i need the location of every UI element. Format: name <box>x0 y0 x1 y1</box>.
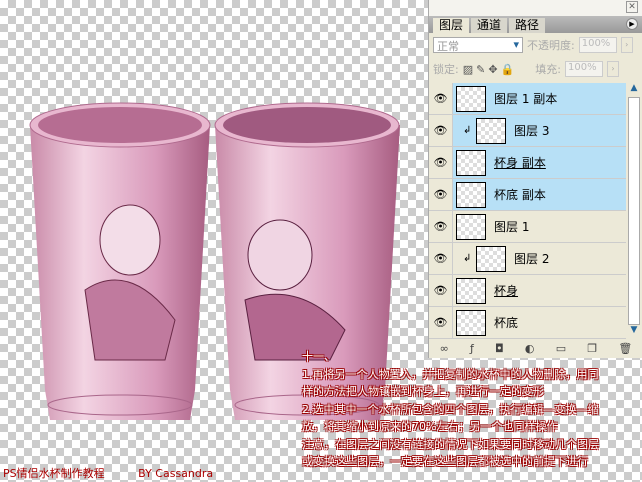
tab-paths[interactable]: 路径 <box>509 18 546 33</box>
instruction-line: 样的方法把人物镶嵌到杯身上，再进行一定的变形 <box>302 385 544 398</box>
layer-name: 图层 1 副本 <box>494 92 558 106</box>
opacity-label: 不透明度: <box>527 39 575 52</box>
layer-list: 👁 图层 1 副本 👁 ↲ 图层 3 👁 杯身 副本 👁 杯底 副本 👁 图层 1 👁 ↲ 图层 2 👁 杯身… <box>429 83 627 339</box>
layer-row[interactable]: 👁 图层 1 <box>429 211 627 243</box>
layer-name: 图层 1 <box>494 220 530 234</box>
layer-thumbnail <box>476 245 506 272</box>
opacity-slider-button[interactable]: › <box>620 37 633 53</box>
layer-row[interactable]: 👁 杯身 副本 <box>429 147 627 179</box>
lock-paint-icon[interactable]: ✎ <box>476 63 485 76</box>
visibility-eye-icon[interactable]: 👁 <box>429 307 453 338</box>
layer-row[interactable]: 👁 杯底 <box>429 307 627 339</box>
layer-name: 图层 2 <box>514 252 550 266</box>
layer-thumbnail <box>456 277 486 304</box>
fill-slider-button[interactable]: › <box>606 61 619 77</box>
layer-row[interactable]: 👁 ↲ 图层 2 <box>429 243 627 275</box>
instruction-text: 十一、 1.再将另一个人物置入，并把复制的水杯中的人物删除，用同 样的方法把人物… <box>302 348 599 471</box>
left-cup <box>29 102 211 420</box>
clipping-arrow-icon: ↲ <box>463 253 472 264</box>
lock-transparency-icon[interactable]: ▨ <box>463 63 473 76</box>
layer-row[interactable]: 👁 图层 1 副本 <box>429 83 627 115</box>
instruction-line: 或变换这些图层，一定要在这些图层都被选中的前提下进行 <box>302 455 588 468</box>
layer-name: 图层 3 <box>514 124 550 138</box>
visibility-eye-icon[interactable]: 👁 <box>429 83 453 114</box>
visibility-eye-icon[interactable]: 👁 <box>429 115 453 146</box>
tutorial-title: PS情侣水杯制作教程 <box>3 467 105 480</box>
instruction-line: 注意，在图层之间没有链接的情况下如果要同时移动几个图层 <box>302 437 599 451</box>
visibility-eye-icon[interactable]: 👁 <box>429 243 453 274</box>
clipping-arrow-icon: ↲ <box>463 125 472 136</box>
layers-panel: ✕ 图层 通道 路径 ▶ 正常 不透明度: 100% › 锁定: ▨✎✥ 🔒 填充… <box>428 0 642 358</box>
layers-scrollbar[interactable]: ▲ ▼ <box>626 83 642 339</box>
scroll-up-icon[interactable]: ▲ <box>626 83 642 97</box>
layer-thumbnail <box>456 85 486 112</box>
blend-mode-select[interactable]: 正常 <box>433 37 523 53</box>
fill-label: 填充: <box>535 63 561 76</box>
visibility-eye-icon[interactable]: 👁 <box>429 211 453 242</box>
visibility-eye-icon[interactable]: 👁 <box>429 275 453 306</box>
layer-row[interactable]: 👁 杯底 副本 <box>429 179 627 211</box>
layer-thumbnail <box>476 117 506 144</box>
author: BY Cassandra <box>138 467 214 480</box>
panel-menu-icon[interactable]: ▶ <box>626 18 638 30</box>
instruction-line: 放，将其缩小到原来的70%左右；另一个也同样操作 <box>302 420 558 433</box>
fill-input[interactable]: 100% <box>564 61 603 77</box>
layer-thumbnail <box>456 309 486 336</box>
trash-icon[interactable]: 🗑 <box>618 342 632 355</box>
instruction-line: 2.选中其中一个水杯所包含的四个图层，执行编辑—变换—缩 <box>302 402 599 416</box>
layer-name: 杯身 <box>494 284 519 298</box>
layer-thumbnail <box>456 213 486 240</box>
layer-thumbnail <box>456 181 486 208</box>
layer-thumbnail <box>456 149 486 176</box>
layer-name: 杯底 <box>494 316 519 330</box>
step-heading: 十一、 <box>302 350 335 363</box>
layer-name: 杯身 副本 <box>494 156 546 170</box>
close-icon[interactable]: ✕ <box>626 1 638 13</box>
visibility-eye-icon[interactable]: 👁 <box>429 147 453 178</box>
layer-row[interactable]: 👁 ↲ 图层 3 <box>429 115 627 147</box>
footer: PS情侣水杯制作教程 BY Cassandra <box>3 465 243 481</box>
tab-channels[interactable]: 通道 <box>471 18 508 33</box>
scroll-down-icon[interactable]: ▼ <box>626 325 642 339</box>
visibility-eye-icon[interactable]: 👁 <box>429 179 453 210</box>
lock-move-icon[interactable]: ✥ <box>488 63 497 76</box>
layer-name: 杯底 副本 <box>494 188 546 202</box>
lock-label: 锁定: <box>433 63 459 76</box>
layer-row[interactable]: 👁 杯身 <box>429 275 627 307</box>
instruction-line: 1.再将另一个人物置入，并把复制的水杯中的人物删除，用同 <box>302 367 599 381</box>
lock-all-icon[interactable]: 🔒 <box>501 63 515 76</box>
tab-layers[interactable]: 图层 <box>433 18 470 33</box>
opacity-input[interactable]: 100% <box>578 37 617 53</box>
